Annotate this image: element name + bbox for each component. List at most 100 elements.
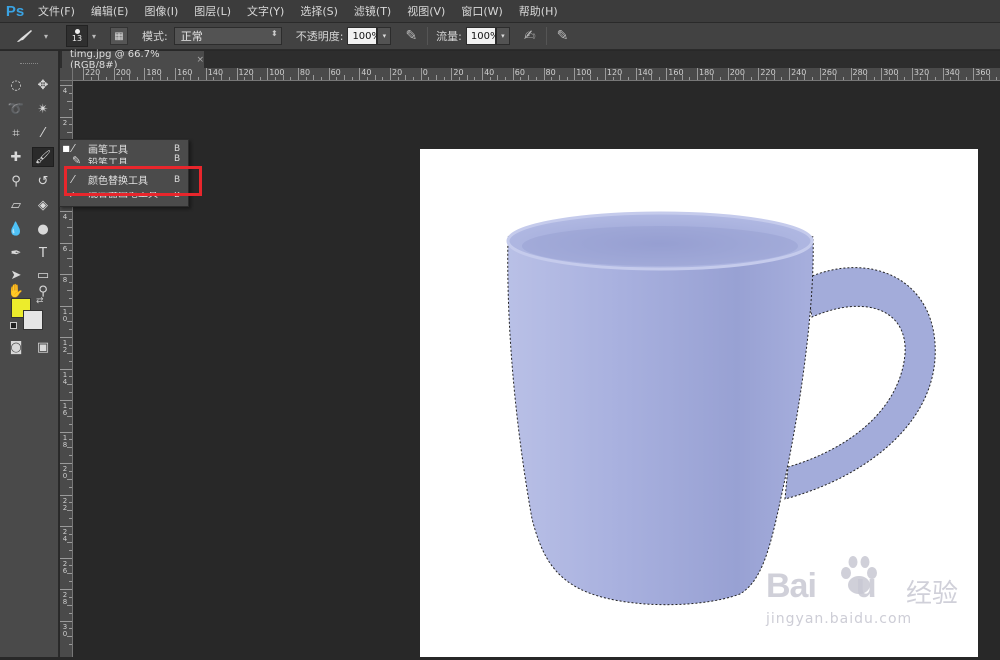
- menu-select[interactable]: 选择(S): [292, 0, 346, 23]
- menu-image[interactable]: 图像(I): [136, 0, 186, 23]
- ruler-minor-tick: [69, 266, 72, 268]
- ruler-minor-tick: [167, 77, 169, 80]
- ruler-label: 30: [62, 622, 68, 638]
- menu-layer[interactable]: 图层(L): [186, 0, 239, 23]
- ruler-minor-tick: [466, 75, 468, 80]
- move-tool-icon[interactable]: ✥: [32, 75, 54, 95]
- screen-mode-icon[interactable]: ▣: [32, 337, 54, 357]
- paint-bucket-tool-icon[interactable]: ◈: [32, 195, 54, 215]
- flow-input[interactable]: 100%: [465, 27, 499, 45]
- pressure-opacity-icon[interactable]: ✎: [405, 28, 417, 44]
- chevron-down-icon[interactable]: ▾: [40, 25, 52, 47]
- brush-size-picker[interactable]: 13: [66, 25, 88, 47]
- mode-value: 正常: [180, 30, 203, 43]
- ruler-label: 4: [62, 213, 68, 221]
- ruler-minor-tick: [259, 77, 261, 80]
- flyout-item-pencil[interactable]: ✎ 铅笔工具 B: [60, 154, 190, 164]
- panel-grip[interactable]: [20, 63, 38, 66]
- chevron-down-icon[interactable]: ▾: [88, 25, 100, 47]
- close-icon[interactable]: ×: [196, 55, 204, 65]
- ruler-label: 6: [62, 244, 68, 253]
- opacity-label: 不透明度:: [295, 30, 344, 43]
- ruler-tick: [911, 68, 913, 80]
- ruler-label: 320: [913, 68, 930, 77]
- ruler-label: 100: [576, 68, 592, 77]
- ruler-minor-tick: [67, 226, 72, 228]
- crop-tool-icon[interactable]: ⌗: [5, 123, 27, 143]
- eyedropper-tool-icon[interactable]: ⁄: [32, 123, 54, 143]
- document-tab[interactable]: timg.jpg @ 66.7%(RGB/8#) ×: [62, 49, 204, 71]
- ruler-minor-tick: [67, 289, 72, 291]
- ruler-tick: [451, 68, 453, 80]
- tool-preset-picker[interactable]: [10, 25, 40, 47]
- menu-view[interactable]: 视图(V): [399, 0, 453, 23]
- ruler-tick: [482, 68, 484, 80]
- ruler-tick: [60, 305, 72, 307]
- ruler-label: 240: [791, 68, 807, 77]
- ruler-label: 14: [62, 370, 68, 386]
- ruler-minor-tick: [106, 77, 108, 80]
- ruler-label: 4: [62, 87, 68, 95]
- brush-panel-toggle-icon[interactable]: ▦: [110, 27, 128, 45]
- default-colors-icon[interactable]: [10, 322, 17, 329]
- ruler-label: 24: [62, 528, 68, 543]
- marquee-tool-icon[interactable]: ◌: [5, 75, 27, 95]
- shortcut-key: B: [174, 143, 181, 154]
- ruler-tick: [60, 431, 72, 433]
- menu-filter[interactable]: 滤镜(T): [346, 0, 399, 23]
- blur-tool-icon[interactable]: 💧: [5, 219, 27, 239]
- flow-dropdown-icon[interactable]: ▾: [495, 27, 510, 45]
- ruler-tick: [60, 242, 72, 244]
- ruler-tick: [850, 68, 852, 80]
- horizontal-ruler[interactable]: 220 200 180 160 140 120 100 80 60 40 20 0 20 40 60 80 10…: [73, 68, 1000, 81]
- pressure-size-icon[interactable]: ✎: [557, 28, 569, 44]
- dodge-tool-icon[interactable]: ●: [32, 219, 54, 239]
- swap-colors-icon[interactable]: ⇄: [36, 296, 44, 306]
- ruler-minor-tick: [69, 502, 72, 504]
- ruler-minor-tick: [69, 281, 72, 283]
- ruler-label: 80: [299, 68, 311, 77]
- menu-help[interactable]: 帮助(H): [511, 0, 566, 23]
- menu-edit[interactable]: 编辑(E): [83, 0, 137, 23]
- menu-type[interactable]: 文字(Y): [239, 0, 292, 23]
- ruler-tick: [604, 68, 606, 80]
- menu-window[interactable]: 窗口(W): [453, 0, 510, 23]
- clone-stamp-tool-icon[interactable]: ⚲: [5, 171, 27, 191]
- quick-mask-icon[interactable]: ◙: [5, 337, 27, 357]
- document-canvas[interactable]: [420, 149, 978, 657]
- selected-marker: ■: [62, 144, 70, 153]
- healing-brush-tool-icon[interactable]: ✚: [5, 147, 27, 167]
- type-tool-icon[interactable]: T: [32, 243, 54, 263]
- ruler-minor-tick: [443, 77, 445, 80]
- ruler-minor-tick: [69, 392, 72, 394]
- menu-file[interactable]: 文件(F): [30, 0, 83, 23]
- opacity-input[interactable]: 100%: [347, 27, 381, 45]
- ruler-minor-tick: [566, 77, 568, 80]
- ruler-minor-tick: [69, 533, 72, 535]
- ruler-minor-tick: [320, 77, 322, 80]
- lasso-tool-icon[interactable]: ➰: [5, 99, 27, 119]
- pen-tool-icon[interactable]: ✒: [5, 243, 27, 263]
- ruler-minor-tick: [228, 77, 230, 80]
- ruler-tick: [727, 68, 729, 80]
- ruler-minor-tick: [69, 360, 72, 362]
- ruler-tick: [758, 68, 760, 80]
- ruler-tick: [60, 620, 72, 622]
- ruler-tick: [267, 68, 269, 80]
- mode-select[interactable]: 正常 ⬍: [173, 27, 282, 45]
- background-color-swatch[interactable]: [23, 310, 43, 330]
- eraser-tool-icon[interactable]: ▱: [5, 195, 27, 215]
- divider: [545, 27, 547, 45]
- brush-tool-icon[interactable]: 🖌: [32, 147, 54, 167]
- ruler-label: 140: [207, 68, 224, 77]
- ruler-minor-tick: [382, 77, 384, 80]
- ruler-label: 260: [821, 68, 838, 77]
- ruler-minor-tick: [69, 596, 72, 598]
- opacity-dropdown-icon[interactable]: ▾: [377, 27, 392, 45]
- airbrush-icon[interactable]: ✍: [524, 28, 536, 44]
- history-brush-tool-icon[interactable]: ↺: [32, 171, 54, 191]
- ruler-minor-tick: [69, 250, 72, 252]
- ruler-origin[interactable]: [60, 68, 73, 81]
- ruler-minor-tick: [69, 313, 72, 315]
- magic-wand-tool-icon[interactable]: ✴: [32, 99, 54, 119]
